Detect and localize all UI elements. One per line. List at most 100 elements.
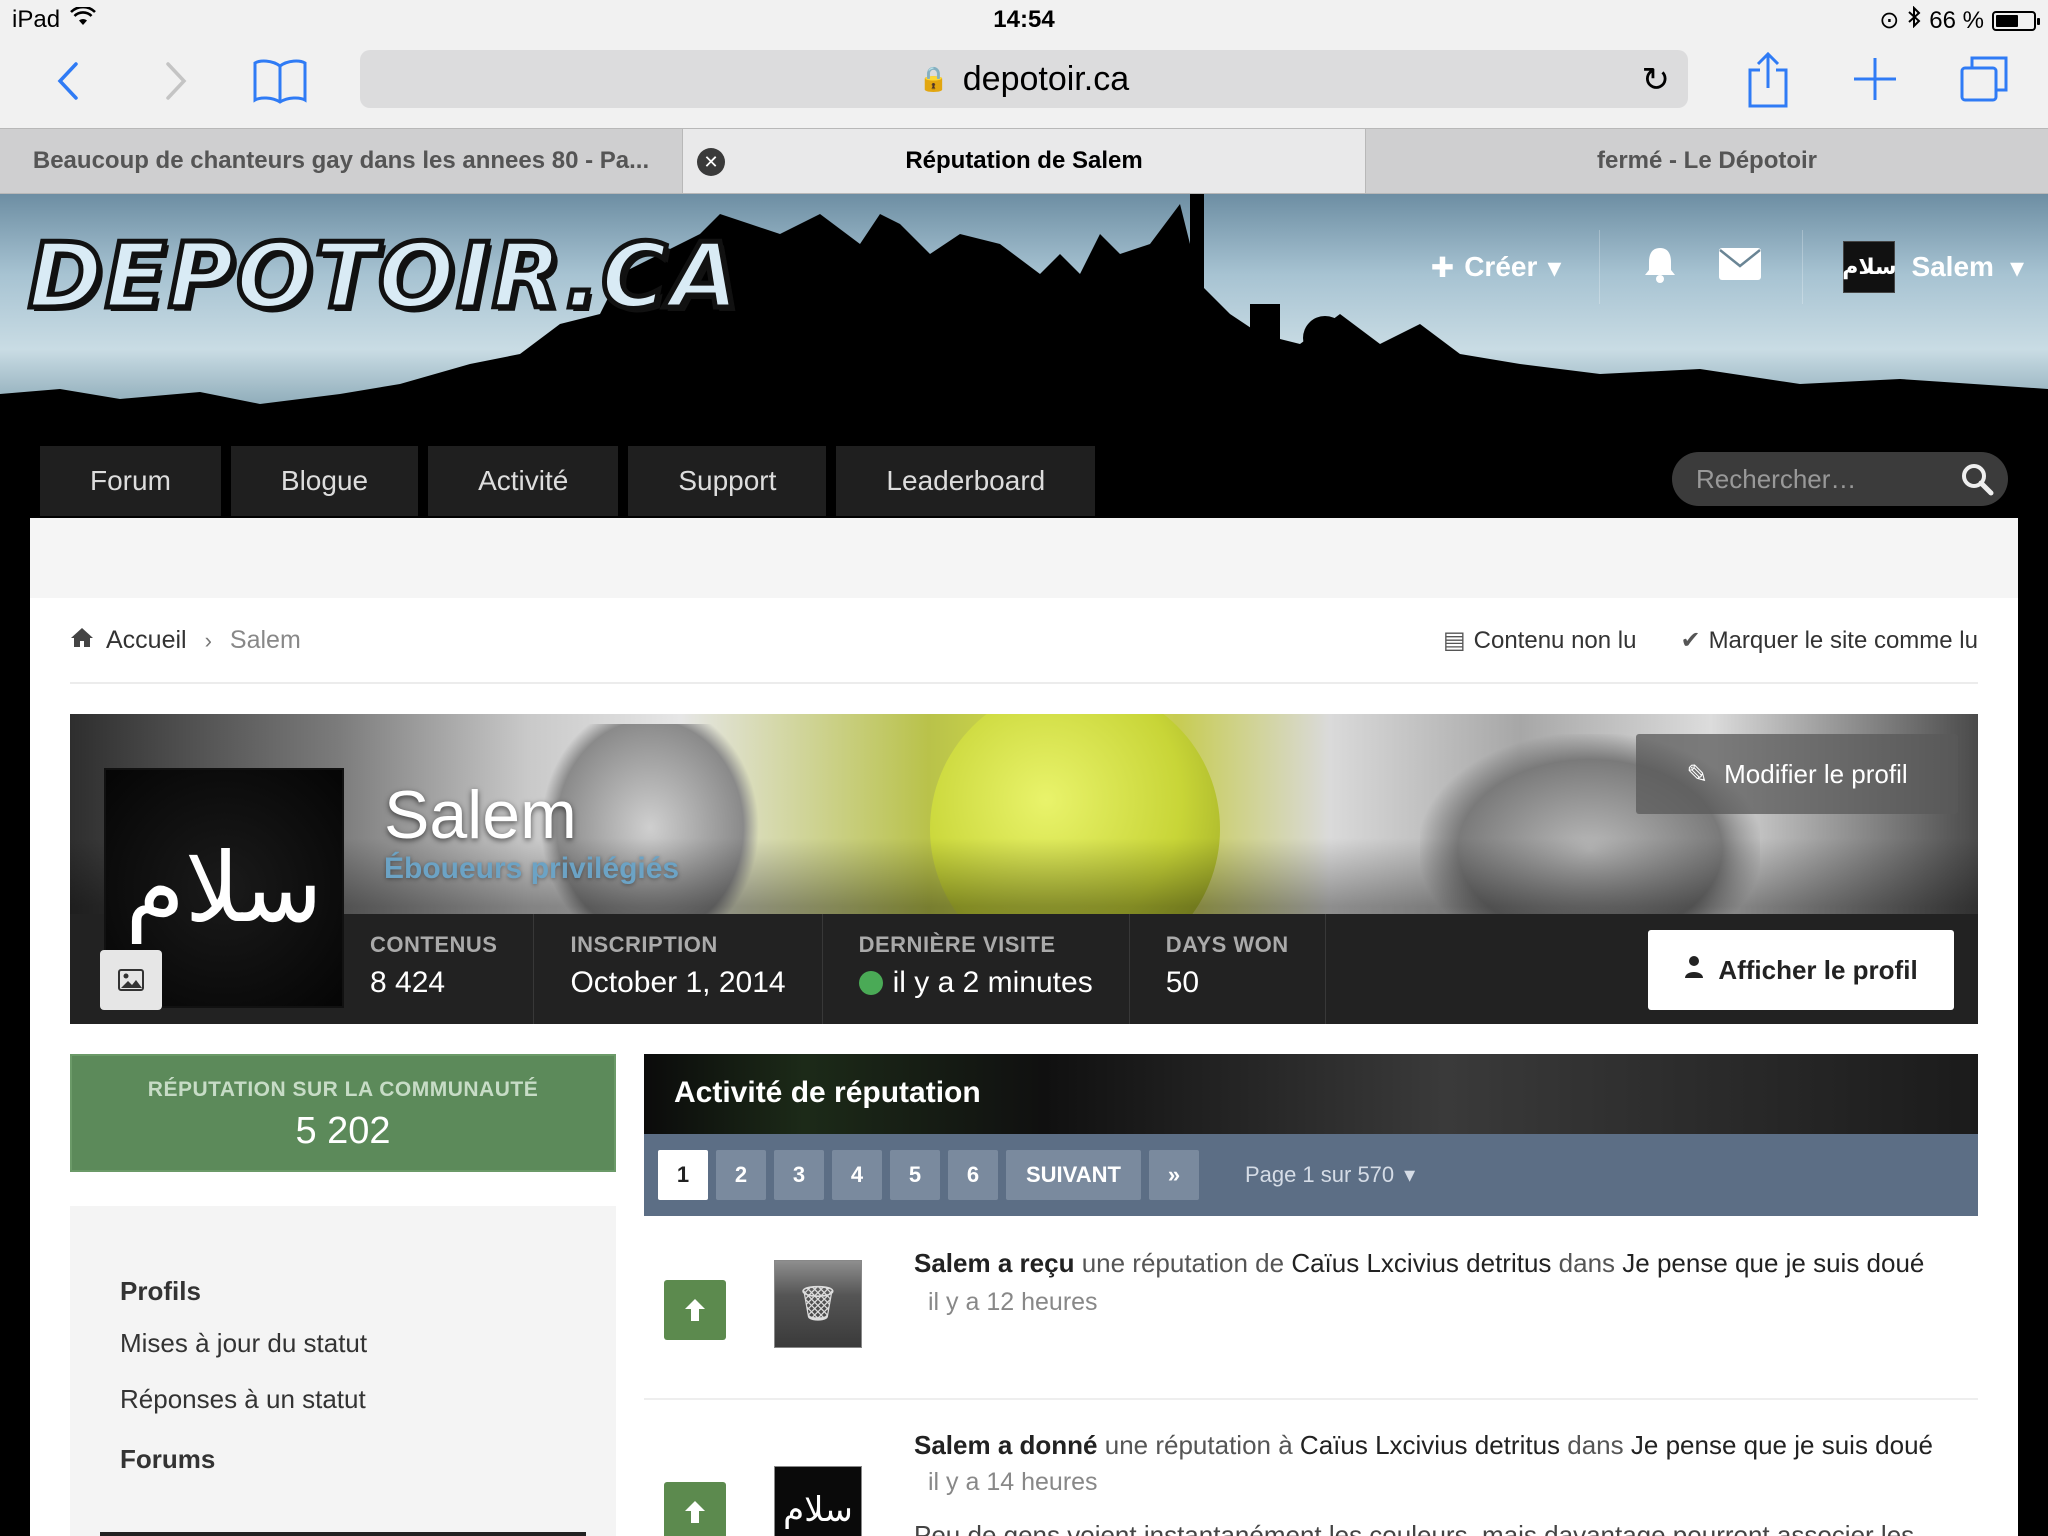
user-menu[interactable]: سلام Salem ▾	[1803, 241, 2024, 293]
edit-profile-button[interactable]: ✎ Modifier le profil	[1636, 734, 1958, 814]
nav-activite[interactable]: Activité	[428, 446, 619, 516]
stat-days-won: DAYS WON 50	[1130, 914, 1326, 1024]
caret-down-icon: ▾	[1547, 251, 1562, 283]
view-profile-label: Afficher le profil	[1718, 954, 1918, 985]
status-bar: iPad 14:54 ⊙ 66 %	[0, 0, 2048, 40]
side-menu-item-status-replies[interactable]: Réponses à un statut	[120, 1384, 366, 1415]
salem-avatar[interactable]: سلام	[774, 1466, 862, 1536]
forward-button[interactable]	[156, 58, 196, 104]
battery-level-fill	[1996, 14, 2019, 27]
page-button-3[interactable]: 3	[774, 1150, 824, 1200]
activity-other-user-link[interactable]: Caïus Lxcivius detritus	[1291, 1248, 1551, 1278]
page-button-4[interactable]: 4	[832, 1150, 882, 1200]
search-input[interactable]: Rechercher…	[1672, 452, 2008, 506]
browser-tabs: Beaucoup de chanteurs gay dans les annee…	[0, 128, 2048, 194]
side-menu-item-status-updates[interactable]: Mises à jour du statut	[120, 1328, 367, 1359]
image-icon[interactable]	[100, 950, 162, 1010]
activity-in: dans	[1558, 1248, 1616, 1278]
nav-support[interactable]: Support	[628, 446, 827, 516]
activity-user-link[interactable]: Salem	[914, 1430, 991, 1460]
nav-blogue[interactable]: Blogue	[230, 446, 419, 516]
share-icon[interactable]	[1742, 48, 1794, 112]
activity-topic-link[interactable]: Je pense que je suis doué	[1622, 1248, 1924, 1278]
activity-snippet: Peu de gens voient instantanément les co…	[914, 1520, 1915, 1536]
plus-icon: ✚	[1430, 251, 1455, 283]
rotation-lock-icon: ⊙	[1879, 7, 1900, 34]
browser-tab-2[interactable]: ✕ Réputation de Salem	[683, 129, 1366, 193]
envelope-icon[interactable]	[1718, 247, 1762, 288]
bluetooth-icon	[1907, 5, 1921, 35]
address-bar[interactable]: 🔒 depotoir.ca ↻	[360, 50, 1688, 108]
url-text: depotoir.ca	[962, 59, 1130, 98]
unread-label: Contenu non lu	[1473, 627, 1637, 654]
nav-leaderboard[interactable]: Leaderboard	[836, 446, 1096, 516]
next-page-button[interactable]: SUIVANT	[1006, 1150, 1141, 1200]
page-button-6[interactable]: 6	[948, 1150, 998, 1200]
caret-down-icon: ▾	[1404, 1162, 1416, 1187]
view-profile-button[interactable]: Afficher le profil	[1648, 930, 1954, 1010]
page-top-strip	[30, 518, 2018, 598]
user-avatar: سلام	[1842, 241, 1897, 293]
bell-icon[interactable]	[1640, 244, 1680, 291]
site-header: DEPOTOIR.CA ✚ Créer ▾ سلام Salem ▾ Forum…	[0, 194, 2048, 518]
page-button-5[interactable]: 5	[890, 1150, 940, 1200]
home-icon	[70, 626, 94, 655]
reputation-value: 5 202	[295, 1110, 391, 1152]
breadcrumb-home[interactable]: Accueil	[106, 626, 187, 655]
reload-icon[interactable]: ↻	[1642, 60, 1671, 100]
reputation-box: RÉPUTATION SUR LA COMMUNAUTÉ 5 202	[70, 1054, 616, 1172]
profile-cover: سلام Salem Éboueurs privilégiés ✎ Modifi…	[70, 714, 1978, 1024]
chevron-right-icon: ›	[204, 627, 212, 653]
page-button-2[interactable]: 2	[716, 1150, 766, 1200]
page-jump-dropdown[interactable]: Page 1 sur 570 ▾	[1245, 1162, 1415, 1188]
search-icon[interactable]	[1960, 462, 1994, 504]
create-label: Créer	[1464, 251, 1538, 282]
close-tab-icon[interactable]: ✕	[697, 148, 725, 176]
back-button[interactable]	[48, 58, 88, 104]
unread-content-link[interactable]: ▤ Contenu non lu	[1443, 626, 1636, 655]
battery-percent: 66 %	[1929, 6, 1984, 34]
nav-forum[interactable]: Forum	[40, 446, 221, 516]
side-menu-heading-forums: Forums	[120, 1444, 216, 1474]
activity-time: il y a 12 heures	[928, 1288, 1098, 1316]
search-placeholder: Rechercher…	[1696, 463, 1857, 494]
main-nav: Forum Blogue Activité Support Leaderboar…	[40, 446, 1096, 516]
browser-tab-1[interactable]: Beaucoup de chanteurs gay dans les annee…	[0, 129, 683, 193]
activity-action: a donné	[997, 1430, 1098, 1460]
site-logo[interactable]: DEPOTOIR.CA	[26, 222, 742, 332]
lock-icon: 🔒	[918, 65, 949, 93]
create-button[interactable]: ✚ Créer ▾	[1431, 230, 1601, 304]
check-icon: ✔	[1680, 627, 1701, 654]
tabs-overview-icon[interactable]	[1956, 52, 2012, 106]
caret-down-icon: ▾	[2009, 251, 2024, 283]
breadcrumb-current: Salem	[229, 626, 301, 654]
upvote-icon	[664, 1280, 726, 1340]
user-name: Salem	[1911, 251, 1994, 282]
mark-read-link[interactable]: ✔ Marquer le site comme lu	[1680, 626, 1978, 655]
bookmarks-icon[interactable]	[250, 56, 310, 106]
last-page-icon[interactable]: »	[1148, 1150, 1199, 1200]
stat-label: DERNIÈRE VISITE	[858, 932, 1056, 957]
activity-time: il y a 14 heures	[928, 1468, 1098, 1496]
stat-label: DAYS WON	[1165, 932, 1289, 957]
activity-mid: une réputation de	[1081, 1248, 1285, 1278]
activity-topic-link[interactable]: Je pense que je suis doué	[1631, 1430, 1933, 1460]
mark-read-label: Marquer le site comme lu	[1708, 627, 1978, 654]
trash-can-avatar[interactable]: 🗑	[774, 1260, 862, 1348]
page-button-1[interactable]: 1	[658, 1150, 708, 1200]
activity-user-link[interactable]: Salem	[914, 1248, 991, 1278]
reputation-activity-panel: Activité de réputation 1 2 3 4 5 6 SUIVA…	[644, 1054, 1978, 1536]
activity-row: سلام Salem a donné une réputation à Caïu…	[644, 1400, 1978, 1536]
browser-tab-3[interactable]: fermé - Le Dépotoir	[1366, 129, 2048, 193]
activity-mid: une réputation à	[1104, 1430, 1293, 1460]
page-info-text: Page 1 sur 570	[1244, 1162, 1395, 1187]
activity-other-user-link[interactable]: Caïus Lxcivius detritus	[1300, 1430, 1560, 1460]
new-tab-icon[interactable]	[1850, 54, 1900, 104]
stat-label: INSCRIPTION	[570, 932, 718, 957]
stat-value: October 1, 2014	[570, 966, 786, 999]
side-menu-heading-profils: Profils	[120, 1276, 201, 1306]
tab-label: Réputation de Salem	[905, 147, 1143, 174]
profile-group[interactable]: Éboueurs privilégiés	[384, 852, 679, 886]
profile-stats: CONTENUS 8 424 INSCRIPTION October 1, 20…	[370, 914, 1326, 1024]
stat-derniere-visite: DERNIÈRE VISITE il y a 2 minutes	[823, 914, 1130, 1024]
